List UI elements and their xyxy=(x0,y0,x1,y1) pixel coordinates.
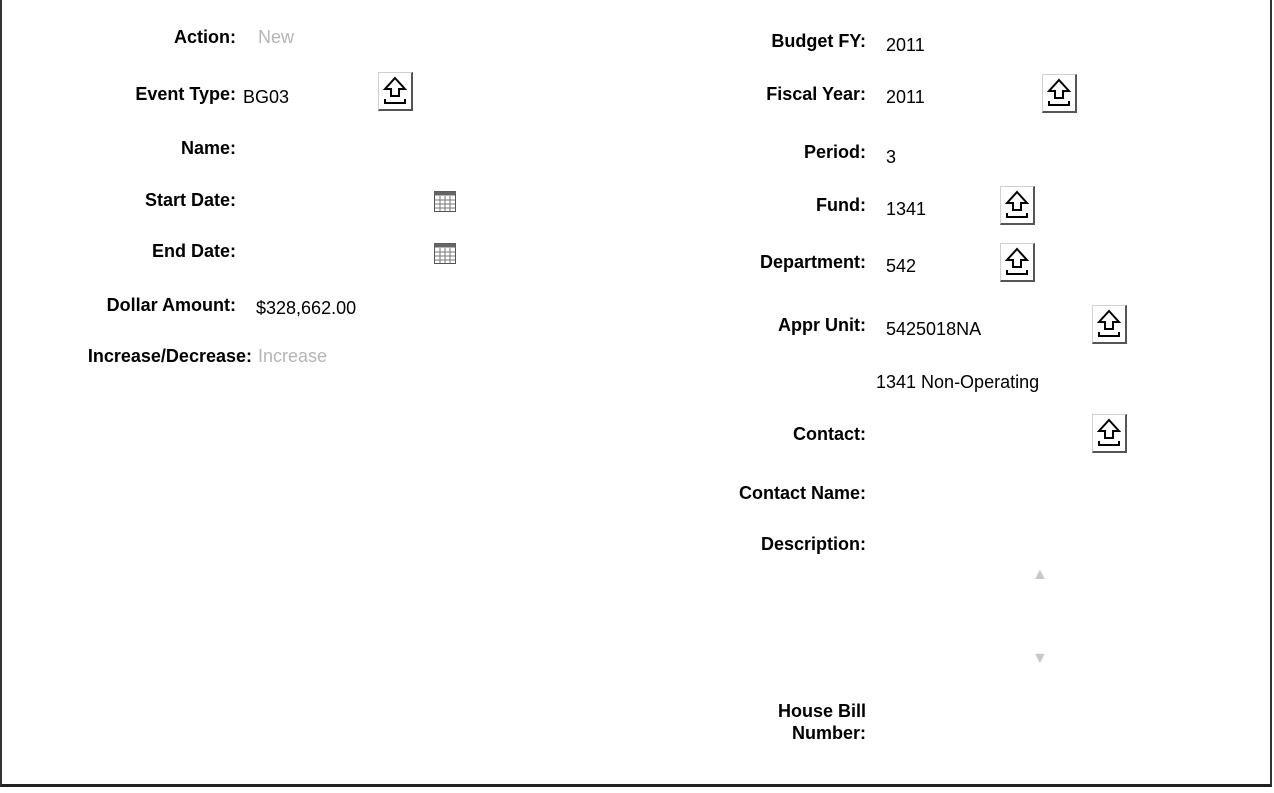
fund-value: 1341 xyxy=(886,199,927,219)
fiscal-year-lookup-button[interactable] xyxy=(1042,74,1077,113)
budget-fy-value: 2011 xyxy=(886,35,925,55)
calendar-icon xyxy=(434,191,456,212)
action-value: New xyxy=(258,27,295,47)
contact-lookup-button[interactable] xyxy=(1092,414,1127,453)
fund-label: Fund: xyxy=(816,195,866,215)
appr-unit-lookup-button[interactable] xyxy=(1092,305,1127,344)
event-type-lookup-button[interactable] xyxy=(378,72,413,111)
lookup-arrow-icon xyxy=(1005,190,1029,218)
contact-label: Contact: xyxy=(793,424,866,444)
start-date-calendar-button[interactable] xyxy=(434,191,456,212)
appr-unit-description: 1341 Non-Operating xyxy=(876,372,1040,392)
scroll-up-icon[interactable]: ▲ xyxy=(1032,566,1048,584)
house-bill-label-line2: Number: xyxy=(791,723,866,743)
house-bill-label-line1: House Bill xyxy=(777,701,866,721)
budget-fy-label: Budget FY: xyxy=(771,31,866,51)
period-value: 3 xyxy=(886,147,897,167)
lookup-arrow-icon xyxy=(1097,309,1121,337)
lookup-arrow-icon xyxy=(1047,78,1071,106)
appr-unit-label: Appr Unit: xyxy=(778,315,866,335)
action-label: Action: xyxy=(174,27,236,47)
lookup-arrow-icon xyxy=(1005,247,1029,275)
form-frame xyxy=(0,0,1272,787)
department-label: Department: xyxy=(759,252,866,272)
name-label: Name: xyxy=(180,138,236,158)
start-date-label: Start Date: xyxy=(144,190,236,210)
department-value: 542 xyxy=(886,256,917,276)
calendar-icon xyxy=(434,243,456,264)
lookup-arrow-icon xyxy=(1097,418,1121,446)
increase-decrease-value: Increase xyxy=(258,346,328,366)
event-type-value: BG03 xyxy=(243,87,290,107)
fiscal-year-value: 2011 xyxy=(886,87,925,107)
contact-name-label: Contact Name: xyxy=(738,483,866,503)
end-date-label: End Date: xyxy=(151,241,236,261)
appr-unit-value: 5425018NA xyxy=(886,319,982,339)
fund-lookup-button[interactable] xyxy=(1000,186,1035,225)
department-lookup-button[interactable] xyxy=(1000,243,1035,282)
dollar-amount-label: Dollar Amount: xyxy=(106,295,236,315)
end-date-calendar-button[interactable] xyxy=(434,243,456,264)
scroll-down-icon[interactable]: ▼ xyxy=(1032,650,1048,668)
increase-decrease-label: Increase/Decrease: xyxy=(87,346,252,366)
lookup-arrow-icon xyxy=(383,76,407,104)
period-label: Period: xyxy=(803,142,866,162)
fiscal-year-label: Fiscal Year: xyxy=(766,84,866,104)
event-type-label: Event Type: xyxy=(135,84,236,104)
description-label: Description: xyxy=(760,534,866,554)
dollar-amount-value: $328,662.00 xyxy=(256,298,357,318)
